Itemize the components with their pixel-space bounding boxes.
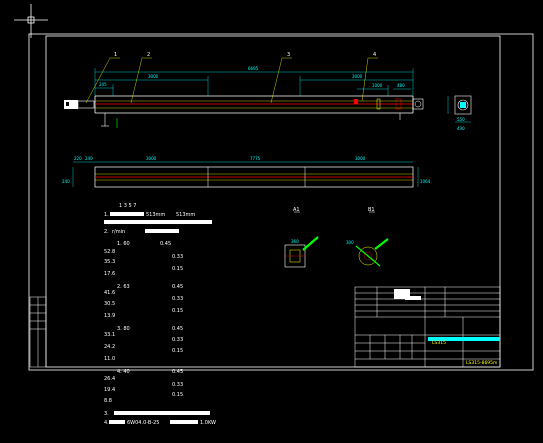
speed-val: 0.33: [172, 296, 183, 302]
speed-row: 41.6: [104, 290, 115, 296]
dim-tail: 480: [397, 83, 405, 88]
notes-heading: 1 3 5 7: [119, 203, 137, 209]
speed-val: 0.33: [172, 382, 183, 388]
end-view-dim-1: 550: [457, 117, 465, 122]
cad-canvas[interactable]: 6695 3000 3000 245 1000 480 1 2 3 4 550 …: [0, 0, 543, 443]
motor-power: 1.0KW: [200, 420, 216, 426]
crosshair-cursor: [14, 4, 48, 38]
plan-right-dim: 1064: [420, 179, 431, 184]
plan-dim-b: 240: [85, 156, 93, 161]
speed-row: 13.9: [104, 313, 115, 319]
balloon-3: 3: [287, 52, 290, 58]
section-view-b: [355, 211, 389, 267]
title-block-name: LS315: [432, 340, 446, 346]
speed-row: 26.4: [104, 376, 115, 382]
plan-view: [72, 161, 419, 188]
drawing-number: LS315-8695m: [466, 360, 497, 366]
notes-footer: 3. 4. 6W04.0-B-25 1.0KW: [104, 411, 216, 426]
footer-note-4: 4.: [104, 420, 109, 426]
binding-strip: [29, 296, 47, 368]
section-a-label: A1: [293, 207, 300, 213]
speed-row: 8.8: [104, 398, 112, 404]
end-view-dim-2: 430: [457, 126, 465, 131]
speed-val: 0.45: [160, 241, 171, 247]
title-block-highlight-2: [405, 296, 421, 300]
speed-row: 17.6: [104, 271, 115, 277]
dim-left-span: 3000: [148, 74, 159, 79]
balloon-2: 2: [147, 52, 150, 58]
plan-dim-e: 3000: [355, 156, 366, 161]
speed-table: 1. 60 0.45 52.8 35.3 0.33 0.15 17.6 2. 6…: [104, 241, 183, 404]
speed-val: 0.45: [172, 326, 183, 332]
speed-val: 0.33: [172, 254, 183, 260]
speed-row: 30.5: [104, 301, 115, 307]
speed-val: 0.15: [172, 348, 183, 354]
speed-val: 0.45: [172, 284, 183, 290]
section-view-a: [284, 211, 319, 268]
speed-row: 1. 60: [117, 241, 130, 247]
note-1-extra: 513mm: [176, 212, 195, 218]
balloon-4: 4: [373, 52, 376, 58]
speed-val: 0.15: [172, 392, 183, 398]
speed-row: 24.2: [104, 344, 115, 350]
speed-val: 0.15: [172, 266, 183, 272]
balloon-1: 1: [114, 52, 117, 58]
plan-dim-c: 3000: [146, 156, 157, 161]
speed-val: 0.45: [172, 369, 183, 375]
speed-row: 4. 40: [117, 369, 130, 375]
dim-drive-offset: 245: [99, 82, 107, 87]
speed-val: 0.15: [172, 308, 183, 314]
note-2-value: r/min: [112, 229, 125, 235]
motor-model: 6W04.0-B-25: [127, 420, 159, 426]
main-elevation-view: [64, 95, 424, 128]
note-1-value: 513mm: [146, 212, 165, 218]
footer-note-3: 3.: [104, 411, 109, 417]
dim-right-span: 3000: [352, 74, 363, 79]
speed-row: 11.0: [104, 356, 115, 362]
speed-row: 35.3: [104, 259, 115, 265]
title-block: [354, 286, 501, 368]
plan-dim-a: 220: [74, 156, 82, 161]
speed-val: 0.33: [172, 337, 183, 343]
plan-left-dim: 240: [62, 179, 70, 184]
note-1-label: 1.: [104, 212, 109, 218]
speed-row: 52.8: [104, 249, 115, 255]
dim-mid: 1000: [372, 83, 383, 88]
main-dimensions: [94, 68, 414, 96]
speed-row: 2. 63: [117, 284, 130, 290]
speed-row: 33.1: [104, 332, 115, 338]
speed-row: 19.4: [104, 387, 115, 393]
speed-row: 3. 80: [117, 326, 130, 332]
section-a-dim: 360: [291, 239, 299, 244]
plan-dim-d: 7775: [250, 156, 261, 161]
section-b-label: B1: [368, 207, 375, 213]
note-2-label: 2.: [104, 229, 109, 235]
dim-overall: 6695: [248, 66, 259, 71]
section-b-dim: 300: [346, 240, 354, 245]
technical-notes: 1 3 5 7 1. 513mm 513mm 2. r/min: [104, 203, 212, 235]
